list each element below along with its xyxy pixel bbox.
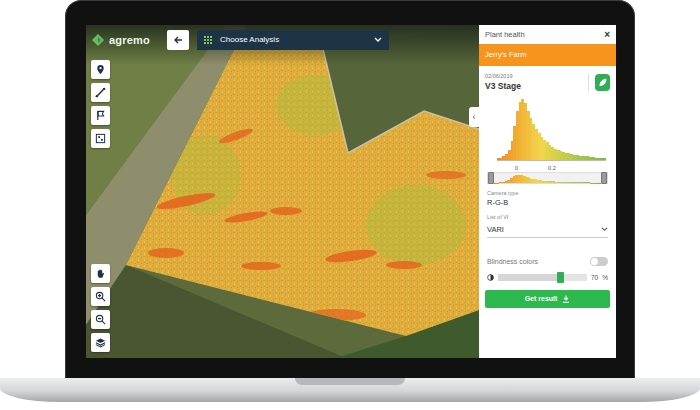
opacity-slider[interactable]: [498, 274, 587, 281]
flight-date: 02/06/2019: [485, 72, 521, 80]
range-low-handle[interactable]: [488, 172, 494, 184]
panel-title: Plant health: [485, 29, 525, 40]
grid-area-icon: [95, 133, 106, 144]
line-tool-button[interactable]: [91, 83, 110, 102]
zoom-out-icon: [95, 314, 106, 325]
map-pin-icon: [95, 64, 106, 75]
blindness-toggle[interactable]: [590, 257, 608, 266]
leaf-icon: [598, 78, 607, 87]
laptop-base: [0, 378, 700, 402]
vi-label: List of VI: [487, 213, 608, 221]
get-result-label: Get result: [525, 294, 558, 305]
farm-name: Jerry's Farm: [485, 49, 526, 60]
farm-band: Jerry's Farm: [479, 44, 616, 65]
chevron-down-icon: [601, 227, 608, 232]
zoom-in-button[interactable]: [91, 287, 110, 306]
map-controls: [91, 264, 110, 352]
back-button[interactable]: [167, 30, 189, 50]
chevron-down-icon: [374, 37, 382, 43]
vi-dropdown[interactable]: VARI: [487, 222, 608, 238]
plant-health-panel: Plant health × Jerry's Farm 02/06/2019 V…: [479, 25, 616, 358]
pan-button[interactable]: [91, 264, 110, 283]
zoom-in-icon: [95, 291, 106, 302]
opacity-unit: %: [602, 273, 608, 283]
analysis-label: Choose Analysis: [220, 34, 279, 46]
opacity-fill: [498, 274, 560, 281]
vi-value: VARI: [487, 224, 504, 235]
contrast-icon: [487, 274, 494, 281]
range-tick: 0.2: [548, 164, 556, 172]
laptop-screen: agremo: [65, 0, 635, 378]
crop-badge[interactable]: [595, 74, 610, 91]
opacity-reading: 70: [591, 273, 598, 283]
histogram-bar: [603, 158, 606, 159]
stage-row: 02/06/2019 V3 Stage: [479, 66, 616, 93]
pin-tool-button[interactable]: [91, 60, 110, 79]
range-tick: 0: [515, 164, 518, 172]
get-result-button[interactable]: Get result: [485, 290, 610, 308]
logo-text: agremo: [109, 32, 150, 49]
logo-leaf-icon: [91, 33, 105, 47]
range-track: [487, 172, 608, 184]
camera-type: Camera type R-G-B: [479, 184, 616, 209]
ruler-line-icon: [95, 87, 106, 98]
zoom-out-button[interactable]: [91, 310, 110, 329]
value-range: 00.2: [487, 164, 608, 184]
download-icon: [562, 295, 570, 303]
opacity-handle[interactable]: [557, 272, 564, 283]
blindness-row: Blindness colors: [487, 256, 608, 268]
hand-icon: [95, 268, 106, 279]
layers-icon: [95, 337, 106, 348]
opacity-row: 70 %: [487, 272, 608, 284]
laptop: agremo: [0, 0, 700, 410]
draw-tools: [91, 60, 110, 148]
area-tool-button[interactable]: [91, 129, 110, 148]
panel-collapse-toggle[interactable]: ‹: [469, 107, 479, 127]
flag-icon: [95, 110, 106, 121]
camera-value: R-G-B: [487, 197, 608, 208]
app-window: agremo: [86, 25, 616, 358]
histogram: [497, 99, 606, 161]
vi-select: List of VI VARI: [479, 208, 616, 238]
analysis-dropdown[interactable]: Choose Analysis: [197, 30, 389, 50]
layers-button[interactable]: [91, 333, 110, 352]
grid-icon: [204, 36, 212, 44]
close-button[interactable]: ×: [604, 30, 610, 40]
top-bar: agremo: [91, 30, 473, 50]
back-arrow-icon: [173, 35, 183, 45]
aerial-map[interactable]: [86, 25, 479, 358]
panel-header: Plant health ×: [479, 25, 616, 44]
agremo-logo[interactable]: agremo: [91, 32, 159, 49]
blindness-label: Blindness colors: [487, 257, 538, 268]
range-high-handle[interactable]: [601, 172, 607, 184]
camera-label: Camera type: [487, 189, 608, 197]
flag-tool-button[interactable]: [91, 106, 110, 125]
crop-stage: V3 Stage: [485, 80, 521, 93]
map[interactable]: agremo: [86, 25, 479, 358]
